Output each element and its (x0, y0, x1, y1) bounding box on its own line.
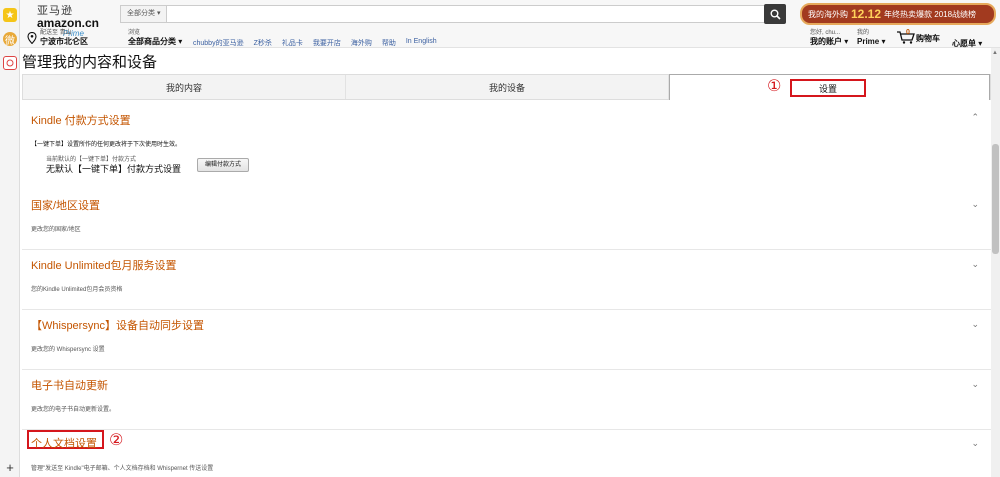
settings-highlight-box: 设置 (790, 79, 866, 97)
scrollbar[interactable]: ▲ (991, 48, 1000, 477)
section-desc: 管理"发送至 Kindle"电子邮箱、个人文档存档和 Whispernet 传送… (31, 466, 214, 472)
settings-list: Kindle 付款方式设置 ⌃ 【一键下单】设置所作的任何更改将于下次使用时生效… (22, 100, 991, 477)
edit-payment-button[interactable]: 编辑付款方式 (197, 158, 250, 172)
cart-label: 购物车 (916, 34, 940, 43)
section-desc: 更改您的国家/地区 (31, 227, 81, 233)
account-label: 我的账户 ▾ (810, 37, 849, 46)
tab-bar: 我的内容 我的设备 ① 设置 (22, 74, 991, 100)
prime-menu[interactable]: 我的 Prime ▾ (857, 30, 885, 46)
divider (22, 309, 991, 310)
section-country: 国家/地区设置 ⌄ 更改您的国家/地区 (22, 195, 991, 255)
section-title[interactable]: 国家/地区设置 (31, 197, 100, 213)
extension-icon[interactable] (3, 56, 17, 70)
location-pin-icon (27, 32, 37, 44)
annotation-marker-2: ② (109, 432, 124, 449)
page-title: 管理我的内容和设备 (22, 54, 158, 71)
chevron-down-icon[interactable]: ⌄ (971, 438, 979, 449)
search-icon (770, 9, 781, 20)
scroll-up-icon[interactable]: ▲ (992, 50, 998, 56)
shopcat-line2: 全部商品分类 ▾ (128, 37, 183, 46)
tab-settings-label: 设置 (818, 83, 837, 94)
nav-links: chubby的亚马逊 Z秒杀 礼品卡 我要开店 海外购 帮助 In Englis… (193, 38, 437, 48)
chevron-down-icon[interactable]: ⌄ (971, 259, 979, 270)
divider (22, 249, 991, 250)
browser-sidebar: ★ 微 + (0, 0, 20, 477)
site-header: 亚马逊 amazon.cn Prime 全部分类 ▾ 我的海外购 12.12 年… (20, 0, 1000, 48)
section-title[interactable]: 个人文档设置 (31, 435, 97, 451)
nav-link[interactable]: 帮助 (382, 38, 396, 48)
nav-link[interactable]: 海外购 (351, 38, 372, 48)
banner-date: 12.12 (851, 7, 882, 21)
section-personal-docs: 个人文档设置 ② ⌄ 管理"发送至 Kindle"电子邮箱、个人文档存档和 Wh… (22, 432, 991, 477)
section-kindle-unlimited: Kindle Unlimited包月服务设置 ⌄ 您的Kindle Unlimi… (22, 255, 991, 315)
tab-settings[interactable]: ① 设置 (669, 74, 990, 100)
nav-link[interactable]: 礼品卡 (282, 38, 303, 48)
section-desc: 更改您的电子书自动更新设置。 (31, 407, 116, 413)
search-category-select[interactable]: 全部分类 ▾ (121, 6, 168, 22)
tab-my-content[interactable]: 我的内容 (23, 75, 346, 99)
chevron-down-icon[interactable]: ⌄ (971, 319, 979, 330)
prime-line2: Prime ▾ (857, 37, 886, 46)
chevron-down-icon[interactable]: ⌄ (971, 199, 979, 210)
location-line2: 宁波市北仑区 (40, 37, 88, 46)
section-desc: 【一键下单】设置所作的任何更改将于下次使用时生效。 (31, 142, 182, 148)
chevron-up-icon[interactable]: ⌃ (971, 112, 979, 123)
search-bar[interactable]: 全部分类 ▾ (120, 5, 785, 23)
section-title[interactable]: Kindle 付款方式设置 (31, 112, 131, 128)
section-kindle-payment: Kindle 付款方式设置 ⌃ 【一键下单】设置所作的任何更改将于下次使用时生效… (22, 100, 991, 195)
scrollbar-thumb[interactable] (992, 144, 999, 254)
prime-line1: 我的 (857, 30, 870, 36)
chevron-down-icon[interactable]: ⌄ (971, 379, 979, 390)
delivery-location[interactable]: 配送至 青山 宁波市北仑区 (27, 30, 88, 46)
shopcat-line1: 浏览 (128, 30, 141, 36)
favorites-star-icon[interactable]: ★ (3, 8, 17, 22)
section-desc: 您的Kindle Unlimited包月会员资格 (31, 287, 123, 293)
banner-prefix: 我的海外购 (808, 9, 848, 19)
annotation-marker-1: ① (767, 78, 782, 95)
add-icon[interactable]: + (3, 460, 17, 475)
account-greeting: 您好, chu... (810, 30, 841, 36)
nav-link[interactable]: 我要开店 (313, 38, 341, 48)
shop-by-category[interactable]: 浏览 全部商品分类 ▾ (128, 30, 182, 46)
section-title[interactable]: Kindle Unlimited包月服务设置 (31, 257, 176, 273)
divider (22, 429, 991, 430)
section-title[interactable]: 【Whispersync】设备自动同步设置 (31, 317, 204, 333)
promo-banner[interactable]: 我的海外购 12.12 年终热卖爆款 2018战绩榜 (800, 3, 996, 25)
divider (22, 369, 991, 370)
logo-en-text: amazon.cn (37, 16, 100, 30)
location-line1: 配送至 青山 (40, 30, 72, 36)
section-desc: 更改您的 Whispersync 设置 (31, 347, 105, 353)
section-title[interactable]: 电子书自动更新 (31, 377, 108, 393)
search-button[interactable] (764, 4, 786, 24)
cart-count: 0 (906, 29, 910, 36)
section-auto-update: 电子书自动更新 ⌄ 更改您的电子书自动更新设置。 (22, 375, 991, 435)
account-menu[interactable]: 您好, chu... 我的账户 ▾ (810, 30, 848, 46)
page-root: ★ 微 + 亚马逊 amazon.cn Prime 全部分类 ▾ 我的海外购 1… (0, 0, 1000, 477)
wishlist-menu[interactable]: 心愿单 ▾ (952, 38, 982, 49)
payment-sub-value: 无默认【一键下单】付款方式设置 (46, 164, 182, 174)
nav-link[interactable]: chubby的亚马逊 (193, 38, 244, 48)
weibo-icon[interactable]: 微 (3, 32, 17, 47)
tab-my-devices[interactable]: 我的设备 (346, 75, 669, 99)
nav-link[interactable]: Z秒杀 (254, 38, 272, 48)
banner-suffix: 年终热卖爆款 2018战绩榜 (884, 9, 977, 19)
section-whispersync: 【Whispersync】设备自动同步设置 ⌄ 更改您的 Whispersync… (22, 315, 991, 375)
cart-link[interactable]: 0 购物车 (896, 29, 940, 44)
nav-link[interactable]: In English (406, 38, 437, 48)
